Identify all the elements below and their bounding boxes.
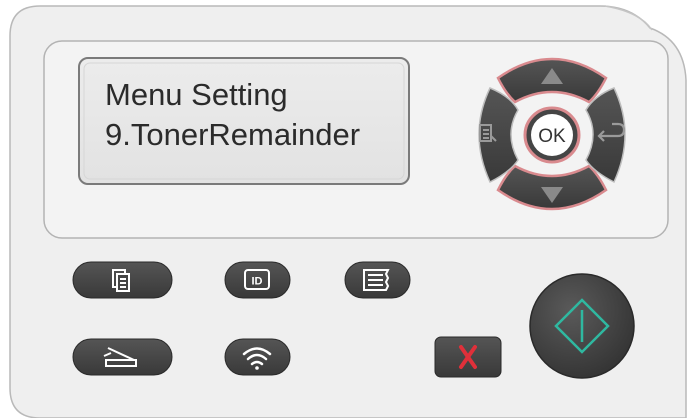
start-button[interactable] bbox=[529, 273, 635, 379]
scan-button[interactable] bbox=[72, 338, 173, 376]
svg-text:ID: ID bbox=[252, 276, 263, 288]
copy-button[interactable] bbox=[72, 261, 173, 299]
lcd-text-area: Menu Setting 9.TonerRemainder bbox=[105, 75, 405, 175]
cancel-button[interactable] bbox=[434, 336, 502, 378]
nav-pad: OK bbox=[478, 57, 626, 211]
info-page-button[interactable] bbox=[344, 261, 411, 299]
lcd-line-1: Menu Setting bbox=[105, 77, 288, 112]
ok-label: OK bbox=[538, 126, 566, 147]
control-panel: OK ID bbox=[9, 5, 687, 418]
lcd-line-2: 9.TonerRemainder bbox=[105, 117, 361, 152]
wifi-button[interactable] bbox=[224, 338, 291, 376]
id-copy-button[interactable]: ID bbox=[224, 261, 291, 299]
ok-button[interactable]: OK bbox=[523, 106, 581, 164]
